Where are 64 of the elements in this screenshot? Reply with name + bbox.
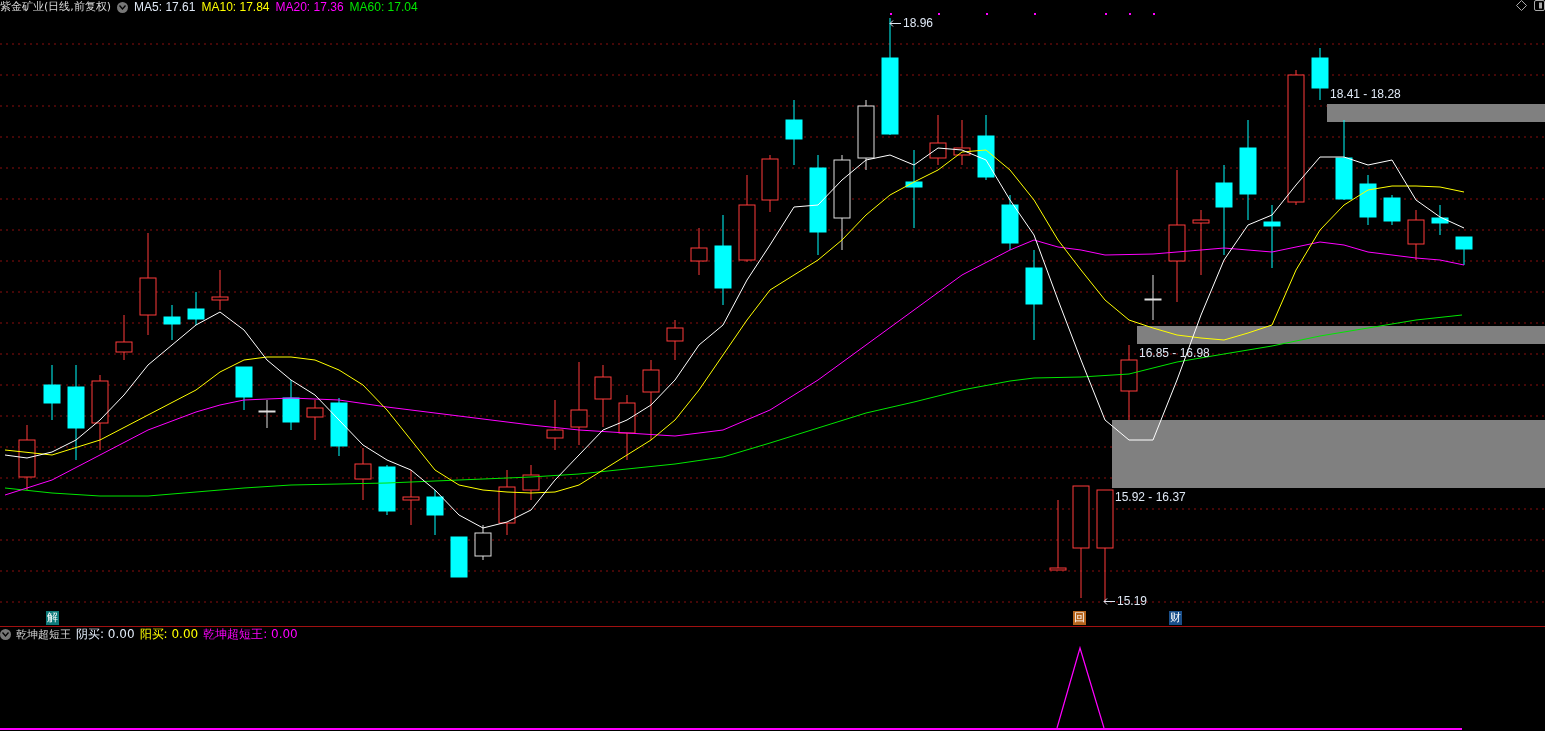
candlestick <box>1192 209 1210 276</box>
candlestick <box>1263 204 1281 269</box>
candlestick <box>1049 499 1067 571</box>
signal-marker: 解 <box>46 611 59 625</box>
moving-average-label: MA20: 17.36 <box>275 0 344 14</box>
candlestick <box>474 524 492 561</box>
candlestick <box>1455 236 1473 266</box>
price-label: 18.96 <box>903 17 934 30</box>
candlestick <box>953 119 971 166</box>
pointer-arrow-icon <box>1103 598 1115 605</box>
candlestick <box>235 366 253 411</box>
candlestick <box>929 114 947 166</box>
candlestick <box>785 99 803 166</box>
candlestick <box>546 399 564 451</box>
indicator-value-label: 乾坤超短王: 0.00 <box>203 628 298 641</box>
dropdown-icon[interactable] <box>117 1 129 13</box>
candlestick <box>378 464 396 516</box>
candlestick <box>282 379 300 431</box>
candlestick <box>43 364 61 421</box>
candlestick <box>1359 174 1377 226</box>
diamond-icon[interactable] <box>1516 0 1527 11</box>
candlestick <box>498 469 516 536</box>
moving-average-label: MA10: 17.84 <box>201 0 270 14</box>
candlestick <box>18 424 36 491</box>
candlestick <box>1144 274 1162 321</box>
indicator-value-label: 阴买: 0.00 <box>76 628 135 641</box>
candlestick <box>522 464 540 501</box>
candlestick <box>618 394 636 461</box>
candlestick <box>977 114 995 181</box>
price-label: 15.92 - 16.37 <box>1115 491 1186 504</box>
candlestick <box>163 304 181 341</box>
price-label: 18.41 - 18.28 <box>1330 88 1401 101</box>
candlestick <box>690 227 708 276</box>
moving-average-label: MA5: 17.61 <box>134 0 196 14</box>
candlestick <box>402 469 420 526</box>
candlestick <box>857 99 875 171</box>
moving-average-label: MA60: 17.04 <box>349 0 418 14</box>
candlestick <box>354 447 372 501</box>
candlestick <box>1407 209 1425 261</box>
candlestick <box>1431 204 1449 236</box>
candlestick <box>306 399 324 441</box>
price-label: 15.19 <box>1117 595 1148 608</box>
candlestick <box>666 319 684 361</box>
candlestick <box>1383 194 1401 226</box>
candlestick <box>761 154 779 213</box>
chart-title: 紫金矿业(日线,前复权) <box>0 0 112 14</box>
indicator-value-label: 阳买: 0.00 <box>139 628 199 641</box>
indicator-title: 乾坤超短王 <box>16 628 71 641</box>
candlestick <box>426 489 444 536</box>
candlestick <box>1001 194 1019 251</box>
candlestick <box>258 399 276 429</box>
price-label: 16.85 - 16.98 <box>1139 347 1210 360</box>
signal-marker: 回 <box>1073 611 1086 625</box>
candlestick <box>187 291 205 326</box>
candlestick <box>450 536 468 578</box>
candlestick <box>115 314 133 361</box>
panel-toggle-icon[interactable] <box>1534 0 1545 11</box>
signal-marker: 财 <box>1169 611 1182 625</box>
candlestick <box>594 364 612 428</box>
candlestick <box>330 397 348 457</box>
candlestick <box>1311 47 1329 101</box>
pointer-arrow-icon <box>889 20 901 27</box>
candlestick <box>211 269 229 311</box>
dropdown-icon[interactable] <box>0 629 11 640</box>
